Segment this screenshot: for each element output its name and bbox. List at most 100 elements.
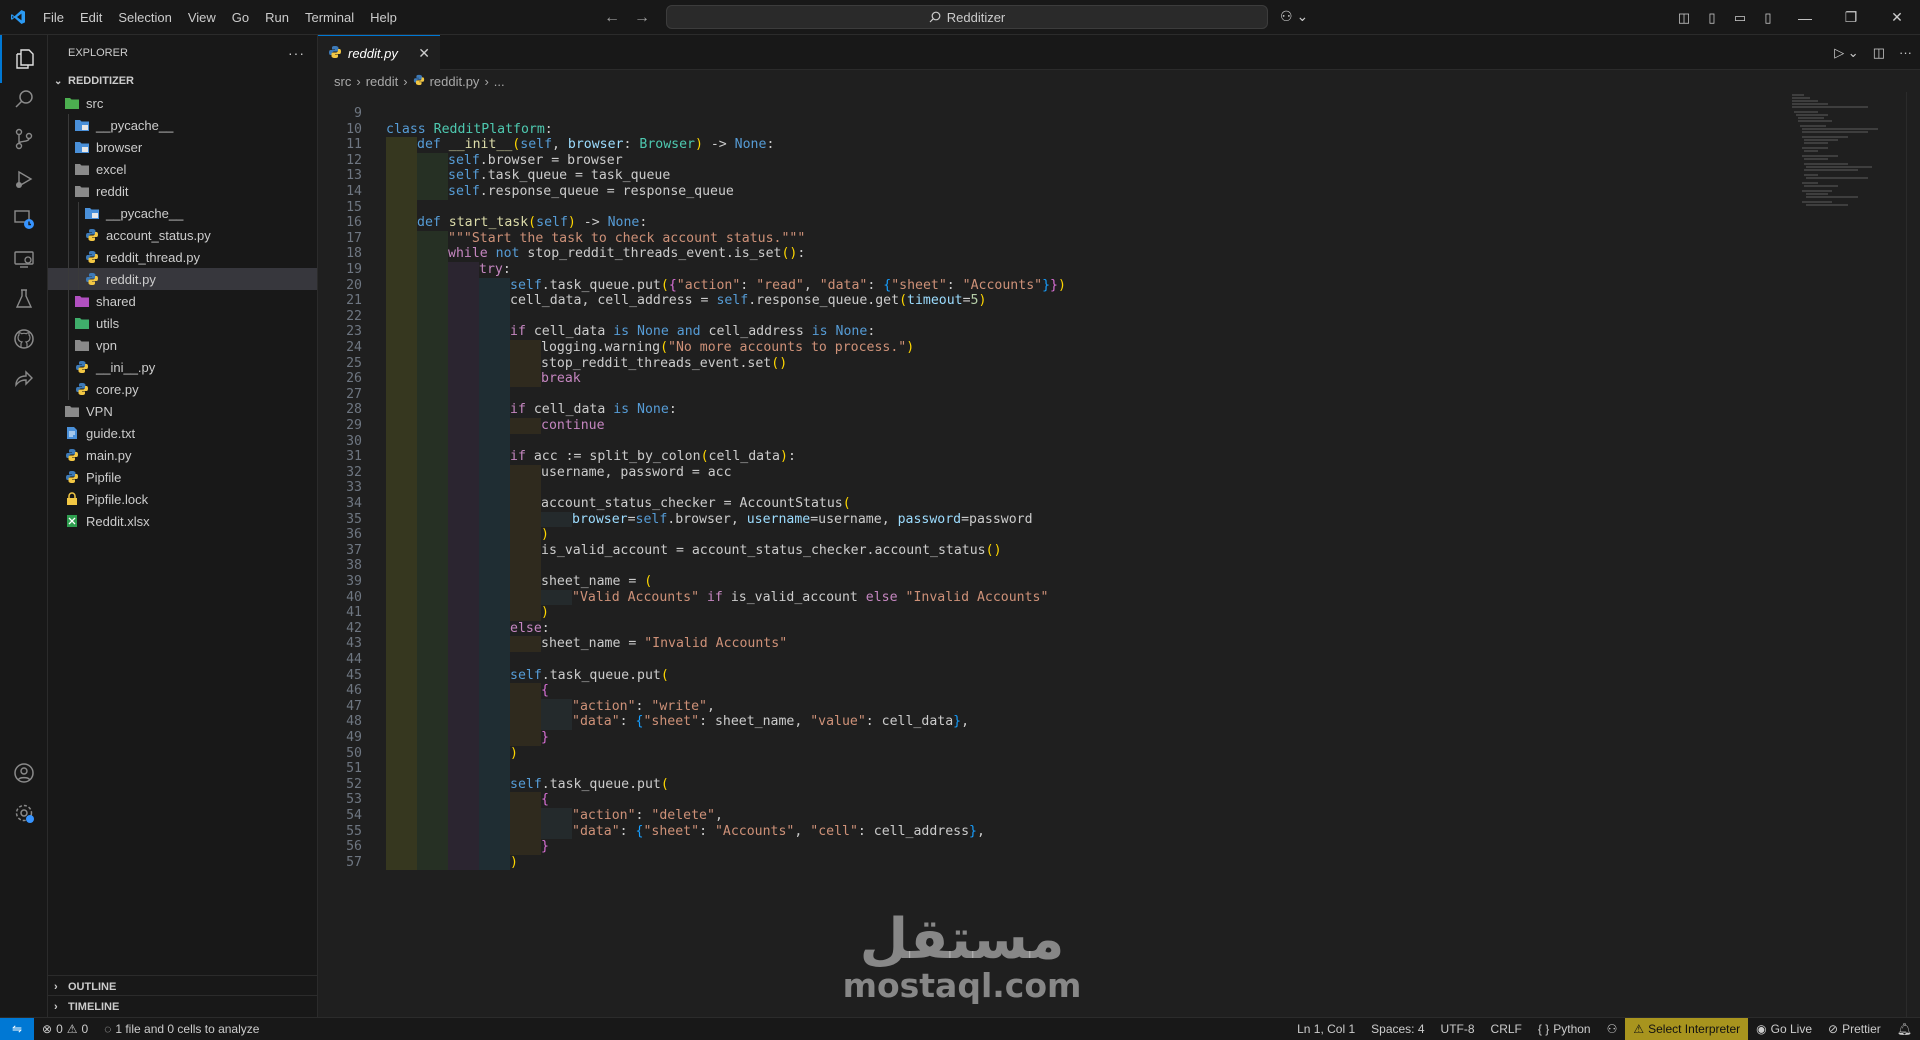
explorer-item[interactable]: shared: [48, 290, 317, 312]
explorer-item[interactable]: src: [48, 92, 317, 114]
copilot-status-icon[interactable]: ⚇: [1599, 1018, 1626, 1040]
menu-item-selection[interactable]: Selection: [110, 0, 179, 35]
tab-reddit-py[interactable]: reddit.py ✕: [318, 35, 440, 70]
command-center-search[interactable]: Redditizer: [666, 5, 1268, 29]
explorer-item[interactable]: __pycache__: [48, 114, 317, 136]
code-view[interactable]: 9 10 class RedditPlatform: 11 def __init__(s…: [318, 92, 1778, 1017]
close-window-icon[interactable]: ✕: [1874, 9, 1920, 26]
breadcrumb-item[interactable]: reddit: [366, 74, 399, 89]
toggle-sidebar-icon[interactable]: ▯: [1698, 10, 1726, 26]
menu-item-help[interactable]: Help: [362, 0, 405, 35]
explorer-item[interactable]: __ini__.py: [48, 356, 317, 378]
run-file-icon[interactable]: ▷ ⌄: [1834, 45, 1859, 61]
breadcrumb-item[interactable]: ...: [494, 74, 505, 89]
explorer-item[interactable]: reddit_thread.py: [48, 246, 317, 268]
indent-guide: [386, 402, 417, 418]
line-number: 47: [346, 698, 362, 714]
restore-icon[interactable]: ❐: [1828, 9, 1874, 26]
copilot-icon[interactable]: ⚇ ⌄: [1280, 8, 1308, 25]
live-share-icon[interactable]: [0, 355, 48, 403]
code-line: cell_data, cell_address = self.response_…: [510, 293, 986, 308]
indent-guide: [510, 730, 541, 746]
back-arrow-icon[interactable]: ←: [604, 9, 620, 27]
indent-guide: [510, 496, 541, 512]
more-actions-icon[interactable]: ···: [1899, 45, 1912, 60]
indent-guide: [386, 745, 417, 762]
menu-item-edit[interactable]: Edit: [72, 0, 110, 35]
explorer-item[interactable]: __pycache__: [48, 202, 317, 224]
notifications-bell-icon[interactable]: 🔔︎: [1889, 1018, 1920, 1040]
folder-icon: [74, 117, 90, 133]
explorer-item[interactable]: excel: [48, 158, 317, 180]
explorer-item[interactable]: guide.txt: [48, 422, 317, 444]
analysis-status[interactable]: ◌ 1 file and 0 cells to analyze: [96, 1018, 267, 1040]
close-tab-icon[interactable]: ✕: [418, 45, 430, 62]
indent-guide: [386, 433, 417, 450]
indent-guide: [448, 698, 479, 715]
vertical-scrollbar[interactable]: [1906, 92, 1920, 1017]
indent-guide: [386, 308, 417, 325]
indentation[interactable]: Spaces: 4: [1363, 1018, 1432, 1040]
explorer-item[interactable]: reddit.py: [48, 268, 317, 290]
encoding[interactable]: UTF-8: [1433, 1018, 1483, 1040]
workspace-root[interactable]: ⌄ REDDITIZER: [48, 70, 317, 92]
code-token: (: [700, 449, 709, 465]
explorer-item[interactable]: vpn: [48, 334, 317, 356]
menu-item-go[interactable]: Go: [224, 0, 257, 35]
search-text: Redditizer: [946, 9, 1006, 25]
menu-item-terminal[interactable]: Terminal: [297, 0, 362, 35]
code-token: self: [536, 215, 568, 231]
code-line: else:: [510, 621, 550, 636]
customize-layout-icon[interactable]: ◫: [1670, 10, 1698, 26]
search-icon: [929, 11, 941, 23]
indent-guide: [417, 449, 448, 465]
code-line: if cell_data is None and cell_address is…: [510, 324, 875, 339]
explorer-item[interactable]: Pipfile.lock: [48, 488, 317, 510]
line-ending[interactable]: CRLF: [1483, 1018, 1530, 1040]
explorer-item[interactable]: VPN: [48, 400, 317, 422]
indent-guide: [510, 542, 541, 559]
explorer-item[interactable]: browser: [48, 136, 317, 158]
breadcrumb-item[interactable]: src: [334, 74, 351, 89]
indent-guide: [386, 168, 417, 184]
remote-indicator-icon[interactable]: ⇋: [0, 1018, 34, 1040]
explorer-item[interactable]: Pipfile: [48, 466, 317, 488]
select-interpreter-button[interactable]: ⚠ Select Interpreter: [1625, 1018, 1749, 1040]
forward-arrow-icon[interactable]: →: [634, 9, 650, 27]
go-live-button[interactable]: ◉ Go Live: [1748, 1018, 1820, 1040]
cursor-position[interactable]: Ln 1, Col 1: [1289, 1018, 1363, 1040]
explorer-item[interactable]: core.py: [48, 378, 317, 400]
code-token: username, password = acc: [541, 464, 732, 480]
explorer-item[interactable]: utils: [48, 312, 317, 334]
menu-item-run[interactable]: Run: [257, 0, 297, 35]
timeline-section[interactable]: › TIMELINE: [48, 995, 318, 1017]
menu-item-view[interactable]: View: [180, 0, 224, 35]
menu-item-file[interactable]: File: [35, 0, 72, 35]
breadcrumb-item[interactable]: reddit.py: [430, 74, 480, 89]
prettier-button[interactable]: ⊘ Prettier: [1820, 1018, 1889, 1040]
more-actions-icon[interactable]: ···: [288, 45, 305, 61]
explorer-item[interactable]: main.py: [48, 444, 317, 466]
code-token: :: [867, 324, 876, 340]
line-number: 18: [346, 246, 362, 262]
problems-indicator[interactable]: ⊗ 0 ⚠ 0: [34, 1018, 96, 1040]
minimize-icon[interactable]: —: [1782, 10, 1828, 26]
code-token: self: [448, 168, 480, 184]
code-token: .browser,: [667, 511, 747, 527]
manage-gear-icon[interactable]: [0, 789, 48, 837]
indent-guide: [479, 776, 510, 793]
indent-guide: [448, 449, 479, 465]
code-token: "sheet": [643, 714, 700, 730]
explorer-item[interactable]: account_status.py: [48, 224, 317, 246]
toggle-secondary-sidebar-icon[interactable]: ▯: [1754, 10, 1782, 26]
toggle-panel-icon[interactable]: ▭: [1726, 10, 1754, 26]
outline-section[interactable]: › OUTLINE: [48, 975, 318, 997]
split-editor-icon[interactable]: ◫: [1873, 45, 1885, 61]
language-mode[interactable]: { } Python: [1530, 1018, 1599, 1040]
line-number: 39: [346, 574, 362, 589]
explorer-item[interactable]: reddit: [48, 180, 317, 202]
indent-guide: [479, 558, 510, 574]
minimap[interactable]: [1788, 92, 1908, 212]
mostaql-watermark: مستقل mostaql.com: [842, 910, 1082, 1003]
explorer-item[interactable]: Reddit.xlsx: [48, 510, 317, 532]
